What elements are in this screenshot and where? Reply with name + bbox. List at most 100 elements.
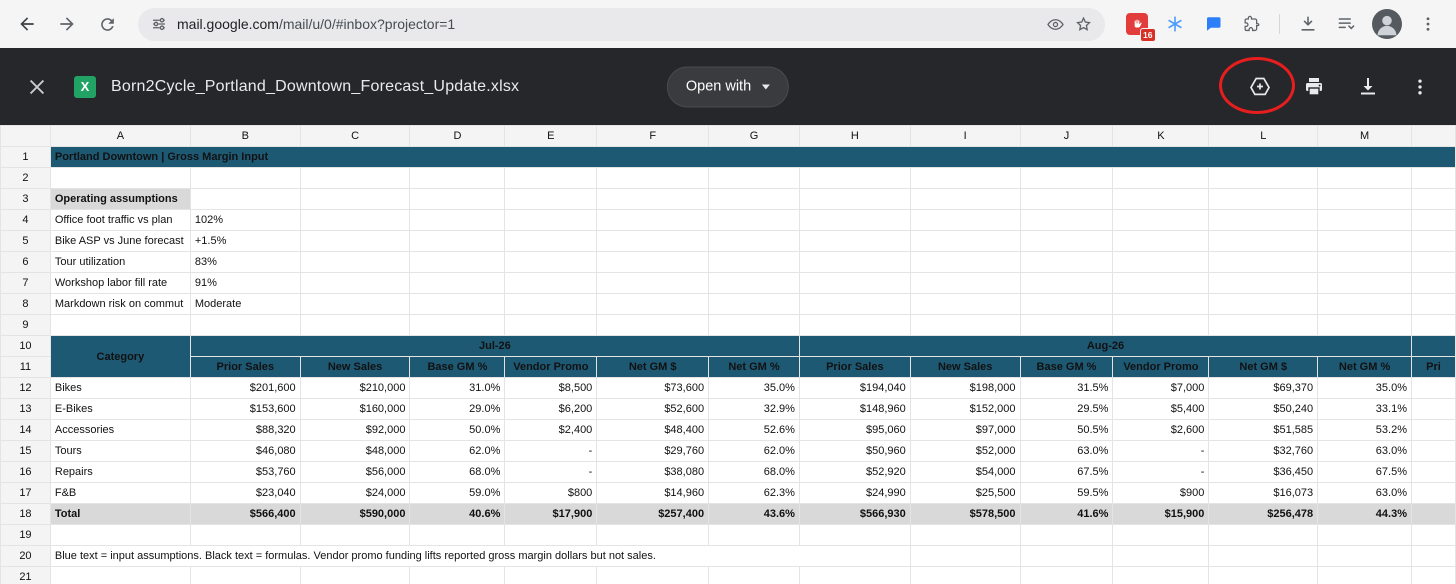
data-cell: - (1112, 461, 1210, 483)
cell (1208, 524, 1319, 546)
toolbar-divider (1279, 14, 1280, 34)
cell (409, 524, 506, 546)
row-number: 1 (0, 146, 51, 168)
data-cell: $95,060 (798, 419, 911, 441)
total-label: Total (49, 503, 191, 525)
cell (1208, 293, 1319, 315)
data-cell: $48,400 (596, 419, 710, 441)
data-cell: $198,000 (909, 377, 1021, 399)
forward-button[interactable] (50, 7, 84, 41)
cell (708, 293, 800, 315)
column-sub-header: Net GM $ (1208, 356, 1319, 378)
cell (798, 188, 911, 210)
total-cell: $566,400 (189, 503, 301, 525)
download-button[interactable] (1356, 75, 1380, 99)
site-settings-icon[interactable] (150, 15, 168, 33)
address-bar[interactable]: mail.google.com/mail/u/0/#inbox?projecto… (138, 7, 1105, 41)
column-sub-header: Vendor Promo (504, 356, 598, 378)
data-cell: 31.0% (409, 377, 506, 399)
data-cell: 29.0% (409, 398, 506, 420)
cell (1317, 314, 1412, 336)
cell (299, 566, 411, 584)
cell (409, 251, 506, 273)
eye-icon[interactable] (1046, 15, 1065, 34)
close-preview-button[interactable] (26, 76, 48, 98)
snowflake-extension-button[interactable] (1163, 12, 1187, 36)
cell (596, 230, 710, 252)
category-cell: Tours (49, 440, 191, 462)
cell (1208, 209, 1319, 231)
bookmark-star-icon[interactable] (1074, 15, 1093, 34)
chat-extension-button[interactable] (1201, 12, 1225, 36)
close-icon (29, 79, 45, 94)
data-cell: $16,073 (1208, 482, 1319, 504)
url-path: /mail/u/0/#inbox?projector=1 (278, 16, 456, 32)
assumption-label: Office foot traffic vs plan (49, 209, 191, 231)
data-cell: - (504, 440, 598, 462)
data-cell: $25,500 (909, 482, 1021, 504)
browser-menu-button[interactable] (1416, 12, 1440, 36)
data-cell: $92,000 (299, 419, 411, 441)
print-icon (1306, 77, 1322, 96)
cell (409, 188, 506, 210)
print-button[interactable] (1302, 75, 1326, 99)
cell (1019, 566, 1114, 584)
attachment-preview-header: X Born2Cycle_Portland_Downtown_Forecast_… (0, 48, 1456, 125)
data-cell (1410, 419, 1456, 441)
cell (299, 314, 411, 336)
cell (596, 524, 710, 546)
data-cell: 32.9% (708, 398, 800, 420)
row-number: 19 (0, 524, 51, 546)
column-letter: F (596, 125, 710, 147)
reading-list-button[interactable] (1334, 12, 1358, 36)
assumption-value: +1.5% (189, 230, 301, 252)
more-options-icon (1418, 79, 1422, 94)
column-sub-header: Prior Sales (189, 356, 301, 378)
back-button[interactable] (10, 7, 44, 41)
adblock-extension-button[interactable]: 16 (1125, 12, 1156, 42)
cell (798, 230, 911, 252)
cell (909, 524, 1021, 546)
open-with-button[interactable]: Open with (666, 66, 790, 107)
data-cell: $2,600 (1112, 419, 1210, 441)
row-number: 17 (0, 482, 51, 504)
cell (1410, 230, 1456, 252)
cell (596, 314, 710, 336)
assumption-label: Tour utilization (49, 251, 191, 273)
cell (189, 167, 301, 189)
preview-more-button[interactable] (1410, 77, 1430, 97)
row-number: 13 (0, 398, 51, 420)
cell (1410, 251, 1456, 273)
cell (708, 272, 800, 294)
cell (1410, 209, 1456, 231)
add-to-drive-button[interactable] (1248, 75, 1272, 99)
profile-avatar[interactable] (1372, 9, 1402, 39)
cell (1317, 524, 1412, 546)
column-sub-header: New Sales (299, 356, 411, 378)
data-cell: 50.5% (1019, 419, 1114, 441)
cell (1112, 272, 1210, 294)
cell (189, 524, 301, 546)
data-cell: 63.0% (1019, 440, 1114, 462)
reload-button[interactable] (90, 7, 124, 41)
downloads-button[interactable] (1296, 12, 1320, 36)
data-cell: $50,960 (798, 440, 911, 462)
data-cell: 62.0% (708, 440, 800, 462)
avatar-icon (1377, 15, 1397, 36)
total-cell: 44.3% (1317, 503, 1412, 525)
cell (1208, 230, 1319, 252)
download-icon (1361, 77, 1375, 94)
cell (1208, 167, 1319, 189)
data-cell: $38,080 (596, 461, 710, 483)
month-header (1410, 335, 1456, 357)
column-sub-header: Prior Sales (798, 356, 911, 378)
category-cell: Repairs (49, 461, 191, 483)
cell (1019, 209, 1114, 231)
data-cell: 67.5% (1019, 461, 1114, 483)
data-cell: $148,960 (798, 398, 911, 420)
extensions-puzzle-button[interactable] (1239, 12, 1263, 36)
cell (1317, 188, 1412, 210)
excel-file-icon: X (74, 75, 96, 98)
data-cell: 59.5% (1019, 482, 1114, 504)
assumption-label: Workshop labor fill rate (49, 272, 191, 294)
